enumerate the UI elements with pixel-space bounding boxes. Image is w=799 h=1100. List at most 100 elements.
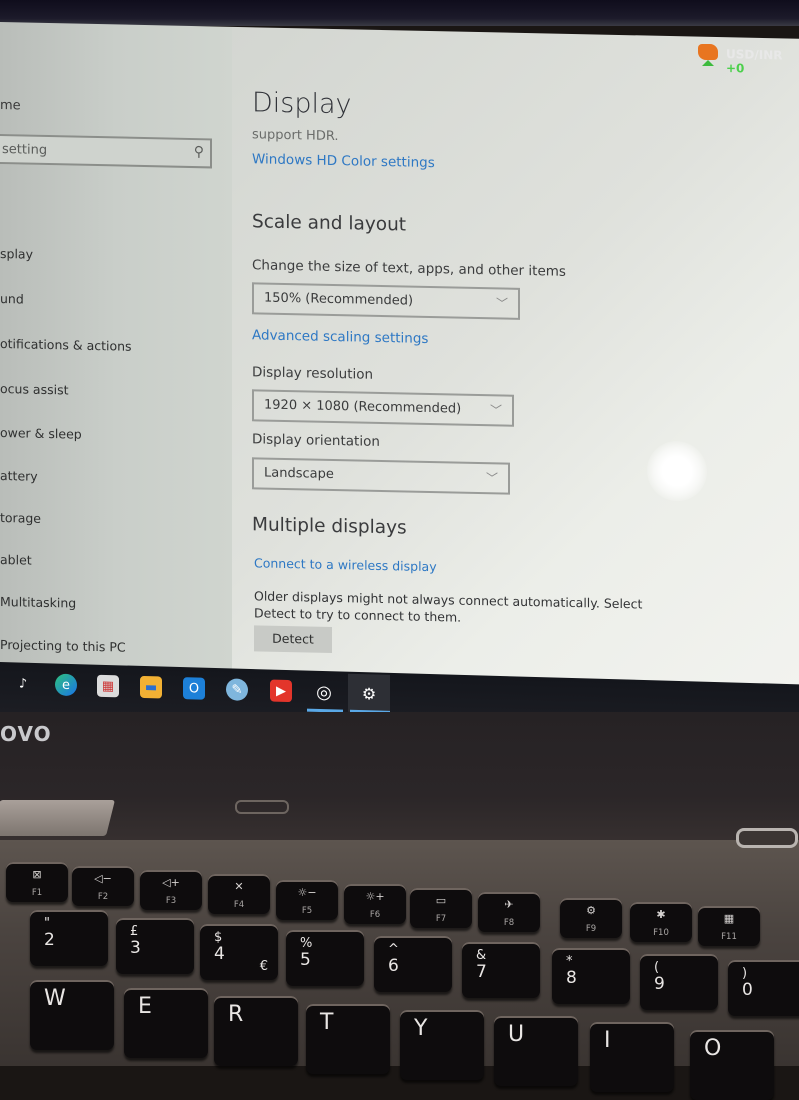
- fkey-icon: ⚙: [586, 904, 596, 917]
- fkey-label: F9: [585, 924, 597, 934]
- fkey-icon: ▭: [435, 894, 447, 907]
- key-7[interactable]: & 7: [462, 942, 540, 998]
- sidebar-item-multitasking[interactable]: Multitasking: [0, 594, 76, 611]
- settings-sidebar: me setting ⚲ splay und otifications & ac…: [0, 22, 232, 687]
- multiple-displays-heading: Multiple displays: [252, 514, 407, 539]
- key-3[interactable]: £3: [116, 918, 194, 974]
- sidebar-item-notifications[interactable]: otifications & actions: [0, 336, 132, 354]
- sidebar-item-storage[interactable]: torage: [0, 510, 41, 526]
- key-number: 3: [130, 938, 141, 958]
- sidebar-home[interactable]: me: [0, 98, 21, 113]
- sidebar-item-projecting[interactable]: Projecting to this PC: [0, 637, 126, 655]
- fkey-icon: ✕: [234, 880, 244, 893]
- chevron-down-icon: ﹀: [489, 403, 502, 418]
- key-y[interactable]: Y: [400, 1010, 484, 1080]
- fkey-label: F4: [233, 900, 245, 910]
- key-shift-symbol: &: [476, 948, 487, 963]
- key-letter: U: [508, 1022, 525, 1047]
- key-f11[interactable]: ▦ F11: [698, 906, 760, 946]
- key-r[interactable]: R: [214, 996, 298, 1066]
- key-f8[interactable]: ✈ F8: [478, 892, 540, 932]
- fkey-label: F8: [503, 918, 515, 928]
- key-u[interactable]: U: [494, 1016, 578, 1086]
- laptop-chin: [0, 712, 799, 852]
- tiktok-icon[interactable]: ♪: [12, 672, 34, 695]
- sidebar-item-sound[interactable]: und: [0, 291, 24, 306]
- sidebar-item-display[interactable]: splay: [0, 246, 33, 262]
- key-number: 7: [476, 962, 487, 982]
- fkey-icon: ☼+: [365, 890, 385, 903]
- fkey-icon: ⊠: [32, 868, 42, 881]
- resolution-value: 1920 × 1080 (Recommended): [264, 397, 462, 417]
- key-i[interactable]: I: [590, 1022, 674, 1092]
- key-2[interactable]: " 2: [30, 910, 108, 966]
- key-number: 8: [566, 968, 577, 988]
- key-f7[interactable]: ▭ F7: [410, 888, 472, 928]
- hinge-left: [0, 800, 115, 836]
- fkey-label: F10: [653, 928, 669, 938]
- resolution-label: Display resolution: [252, 364, 374, 383]
- key-w[interactable]: W: [30, 980, 114, 1050]
- settings-window: me setting ⚲ splay und otifications & ac…: [0, 22, 799, 699]
- key-f4[interactable]: ✕ F4: [208, 874, 270, 914]
- sidebar-item-focus-assist[interactable]: ocus assist: [0, 381, 69, 397]
- sidebar-item-battery[interactable]: attery: [0, 468, 38, 484]
- hdr-support-text: support HDR.: [252, 127, 339, 145]
- scale-layout-heading: Scale and layout: [252, 211, 407, 236]
- key-o[interactable]: O: [690, 1030, 774, 1100]
- brand-logo: OVO: [0, 722, 52, 746]
- settings-icon[interactable]: ⚙: [358, 682, 380, 705]
- settings-search-input[interactable]: setting ⚲: [0, 133, 212, 169]
- advanced-scaling-link[interactable]: Advanced scaling settings: [252, 327, 428, 347]
- key-f10[interactable]: ✱ F10: [630, 902, 692, 942]
- file-explorer-icon[interactable]: ▬: [140, 675, 162, 699]
- youtube-icon[interactable]: ▶: [270, 679, 292, 703]
- key-f9[interactable]: ⚙ F9: [560, 898, 622, 938]
- fkey-label: F1: [31, 888, 43, 898]
- key-t[interactable]: T: [306, 1004, 390, 1074]
- chevron-down-icon: ﹀: [485, 471, 498, 486]
- scale-dropdown[interactable]: 150% (Recommended) ﹀: [252, 282, 520, 320]
- fkey-label: F6: [369, 910, 381, 920]
- key-shift-symbol: $: [214, 930, 223, 945]
- key-alt-symbol: €: [259, 959, 268, 974]
- key-0[interactable]: ) 0: [728, 960, 799, 1016]
- wireless-display-link[interactable]: Connect to a wireless display: [254, 555, 437, 574]
- key-9[interactable]: (9: [640, 954, 718, 1010]
- currency-widget[interactable]: USD/INR +0: [726, 47, 799, 77]
- key-letter: R: [228, 1002, 244, 1027]
- search-icon[interactable]: ⚲: [194, 144, 204, 160]
- edge-icon[interactable]: e: [55, 673, 77, 697]
- key-number: 9: [654, 974, 665, 994]
- key-letter: W: [44, 986, 66, 1011]
- sidebar-item-tablet[interactable]: ablet: [0, 552, 32, 568]
- currency-widget-icon[interactable]: [698, 44, 718, 60]
- key-5[interactable]: % 5: [286, 930, 364, 986]
- key-e[interactable]: E: [124, 988, 208, 1058]
- fkey-icon: ▦: [723, 912, 735, 925]
- key-f1[interactable]: ⊠ F1: [6, 862, 68, 902]
- cortana-icon[interactable]: ◎: [313, 681, 335, 704]
- hinge-indicator: [235, 800, 289, 814]
- key-f3[interactable]: ◁+ F3: [140, 870, 202, 910]
- key-f5[interactable]: ☼− F5: [276, 880, 338, 920]
- orientation-dropdown[interactable]: Landscape ﹀: [252, 457, 510, 495]
- key-f2[interactable]: ◁− F2: [72, 866, 134, 906]
- key-shift-symbol: £: [130, 924, 139, 939]
- resolution-dropdown[interactable]: 1920 × 1080 (Recommended) ﹀: [252, 389, 514, 427]
- outlook-icon[interactable]: O: [183, 677, 205, 700]
- trend-up-icon: [702, 60, 714, 66]
- key-4[interactable]: $4 €: [200, 924, 278, 980]
- key-6[interactable]: ^ 6: [374, 936, 452, 992]
- fkey-icon: ✈: [504, 898, 514, 911]
- paint-icon[interactable]: ✎: [226, 678, 248, 701]
- hd-color-settings-link[interactable]: Windows HD Color settings: [252, 151, 435, 171]
- key-8[interactable]: * 8: [552, 948, 630, 1004]
- sidebar-item-power-sleep[interactable]: ower & sleep: [0, 425, 82, 442]
- key-shift-symbol: ): [742, 966, 748, 981]
- detect-button[interactable]: Detect: [254, 625, 332, 653]
- store-icon[interactable]: ▦: [97, 674, 119, 698]
- key-number: 2: [44, 930, 55, 950]
- key-f6[interactable]: ☼+ F6: [344, 884, 406, 924]
- key-number: 6: [388, 956, 399, 976]
